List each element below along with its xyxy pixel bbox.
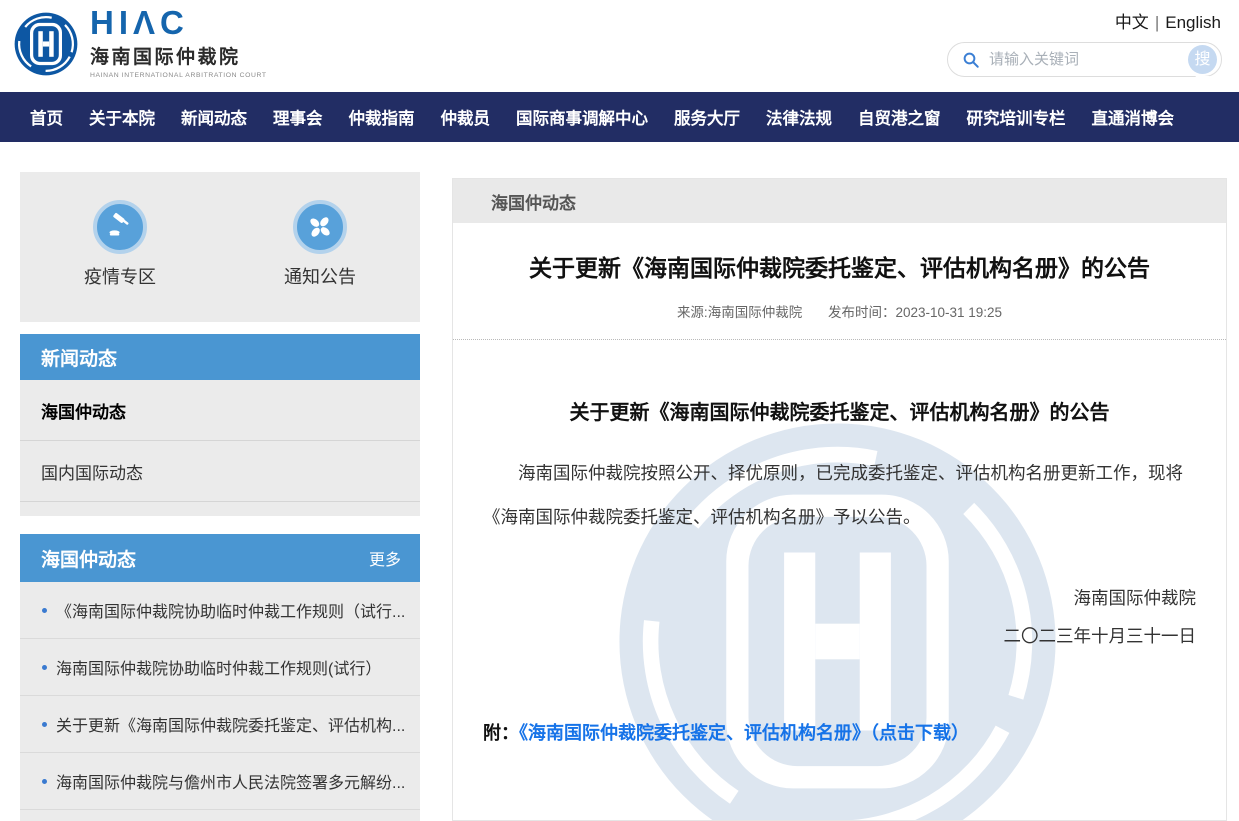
article-title: 关于更新《海南国际仲裁院委托鉴定、评估机构名册》的公告 xyxy=(483,249,1196,283)
list-item-text: 《海南国际仲裁院协助临时仲裁工作规则（试行... xyxy=(56,598,405,622)
lang-english-link[interactable]: English xyxy=(1165,13,1221,32)
news-menu-panel: 新闻动态 海国仲动态 国内国际动态 xyxy=(20,334,420,516)
hiac-news-header: 海国仲动态 更多 xyxy=(20,534,420,582)
main-content: 海国仲动态 关于更新《海南国际仲裁院委托鉴定、评估机构名册》的公告 来源:海南国… xyxy=(452,178,1227,821)
site-header: HIΛC 海南国际仲裁院 HAINAN INTERNATIONAL ARBITR… xyxy=(0,0,1239,92)
list-item-text: 海南国际仲裁院与儋州市人民法院签署多元解纷... xyxy=(56,769,405,793)
search-input[interactable] xyxy=(989,51,1188,68)
attachment-download-link[interactable]: 《海南国际仲裁院委托鉴定、评估机构名册》（点击下载） xyxy=(519,723,969,743)
sidebar-item-domestic-international[interactable]: 国内国际动态 xyxy=(20,441,420,502)
lang-chinese-link[interactable]: 中文 xyxy=(1115,13,1149,32)
signature-date: 二〇二三年十月三十一日 xyxy=(483,617,1196,655)
list-item-text: 海南国际仲裁院协助临时仲裁工作规则(试行） xyxy=(56,655,381,679)
gavel-icon xyxy=(93,200,147,254)
list-item-text: 关于更新《海南国际仲裁院委托鉴定、评估机构... xyxy=(56,712,405,736)
quick-link-label: 通知公告 xyxy=(260,263,380,289)
panel-title: 新闻动态 xyxy=(41,344,117,371)
article-head: 关于更新《海南国际仲裁院委托鉴定、评估机构名册》的公告 来源:海南国际仲裁院 发… xyxy=(453,223,1226,340)
list-item[interactable]: 海南国际仲裁院与儋州市人民法院签署多元解纷... xyxy=(20,753,420,810)
quick-link-epidemic[interactable]: 疫情专区 xyxy=(60,200,180,289)
page: HIΛC 海南国际仲裁院 HAINAN INTERNATIONAL ARBITR… xyxy=(0,0,1239,821)
quick-link-label: 疫情专区 xyxy=(60,263,180,289)
bullet-icon xyxy=(42,608,47,613)
article-body: 关于更新《海南国际仲裁院委托鉴定、评估机构名册》的公告 海南国际仲裁院按照公开、… xyxy=(453,396,1226,745)
list-item[interactable]: 关于更新《海南国际仲裁院委托鉴定、评估机构... xyxy=(20,696,420,753)
panel-title: 海国仲动态 xyxy=(41,545,136,572)
article-signature-block: 海南国际仲裁院 二〇二三年十月三十一日 xyxy=(483,579,1196,655)
article-meta: 来源:海南国际仲裁院 发布时间：2023-10-31 19:25 xyxy=(483,301,1196,321)
nav-item-home[interactable]: 首页 xyxy=(30,105,63,129)
article: 关于更新《海南国际仲裁院委托鉴定、评估机构名册》的公告 来源:海南国际仲裁院 发… xyxy=(453,223,1226,821)
hiac-logo-icon xyxy=(14,12,78,76)
brand-name-en: HAINAN INTERNATIONAL ARBITRATION COURT xyxy=(90,72,267,79)
section-title-bar: 海国仲动态 xyxy=(453,179,1226,223)
nav-item-council[interactable]: 理事会 xyxy=(273,105,323,129)
article-inner: 关于更新《海南国际仲裁院委托鉴定、评估机构名册》的公告 来源:海南国际仲裁院 发… xyxy=(453,223,1226,745)
news-menu-header: 新闻动态 xyxy=(20,334,420,380)
list-item[interactable]: 海南国际仲裁院协助临时仲裁工作规则(试行） xyxy=(20,639,420,696)
brand-text: HIΛC 海南国际仲裁院 HAINAN INTERNATIONAL ARBITR… xyxy=(90,8,267,79)
nav-item-mediation-center[interactable]: 国际商事调解中心 xyxy=(516,105,648,129)
search-icon xyxy=(962,51,980,69)
site-logo[interactable]: HIΛC 海南国际仲裁院 HAINAN INTERNATIONAL ARBITR… xyxy=(14,8,267,79)
nav-item-free-trade-port[interactable]: 自贸港之窗 xyxy=(858,105,941,129)
hiac-news-panel: 海国仲动态 更多 《海南国际仲裁院协助临时仲裁工作规则（试行... 海南国际仲裁… xyxy=(20,534,420,821)
nav-item-news[interactable]: 新闻动态 xyxy=(181,105,247,129)
fan-icon xyxy=(293,200,347,254)
nav-item-arbitration-guide[interactable]: 仲裁指南 xyxy=(349,105,415,129)
nav-item-service-hall[interactable]: 服务大厅 xyxy=(674,105,740,129)
lang-divider: | xyxy=(1155,13,1159,32)
article-body-title: 关于更新《海南国际仲裁院委托鉴定、评估机构名册》的公告 xyxy=(483,396,1196,425)
quick-links-panel: 疫情专区 通知公告 xyxy=(20,172,420,322)
quick-link-notices[interactable]: 通知公告 xyxy=(260,200,380,289)
sidebar-item-hiac-news[interactable]: 海国仲动态 xyxy=(20,380,420,441)
search-box: 搜索 xyxy=(947,42,1222,77)
more-link[interactable]: 更多 xyxy=(369,546,401,570)
sidebar: 疫情专区 通知公告 新闻动态 xyxy=(20,172,420,821)
article-publish-time: 发布时间：2023-10-31 19:25 xyxy=(828,305,1002,320)
nav-item-arbitrators[interactable]: 仲裁员 xyxy=(441,105,491,129)
section-title: 海国仲动态 xyxy=(491,189,576,214)
brand-acronym: HIΛC xyxy=(90,8,267,38)
main-nav: 首页 关于本院 新闻动态 理事会 仲裁指南 仲裁员 国际商事调解中心 服务大厅 … xyxy=(0,92,1239,142)
bullet-icon xyxy=(42,722,47,727)
nav-item-laws[interactable]: 法律法规 xyxy=(766,105,832,129)
attachment-prefix: 附： xyxy=(483,723,519,743)
bullet-icon xyxy=(42,779,47,784)
bullet-icon xyxy=(42,665,47,670)
attachment-line: 附：《海南国际仲裁院委托鉴定、评估机构名册》（点击下载） xyxy=(483,719,1196,745)
search-button[interactable]: 搜索 xyxy=(1188,45,1217,74)
article-paragraph: 海南国际仲裁院按照公开、择优原则，已完成委托鉴定、评估机构名册更新工作，现将《海… xyxy=(483,451,1196,539)
signature-name: 海南国际仲裁院 xyxy=(483,579,1196,617)
list-item[interactable]: 《海南国际仲裁院协助临时仲裁工作规则（试行... xyxy=(20,582,420,639)
news-menu-body: 海国仲动态 国内国际动态 xyxy=(20,380,420,516)
brand-name-cn: 海南国际仲裁院 xyxy=(90,42,267,69)
nav-item-about[interactable]: 关于本院 xyxy=(89,105,155,129)
language-switcher: 中文 | English xyxy=(1115,8,1221,33)
nav-item-research-training[interactable]: 研究培训专栏 xyxy=(967,105,1066,129)
article-source: 来源:海南国际仲裁院 xyxy=(677,305,802,320)
news-list-tail xyxy=(20,810,420,821)
nav-item-expo[interactable]: 直通消博会 xyxy=(1092,105,1175,129)
hiac-news-list: 《海南国际仲裁院协助临时仲裁工作规则（试行... 海南国际仲裁院协助临时仲裁工作… xyxy=(20,582,420,810)
